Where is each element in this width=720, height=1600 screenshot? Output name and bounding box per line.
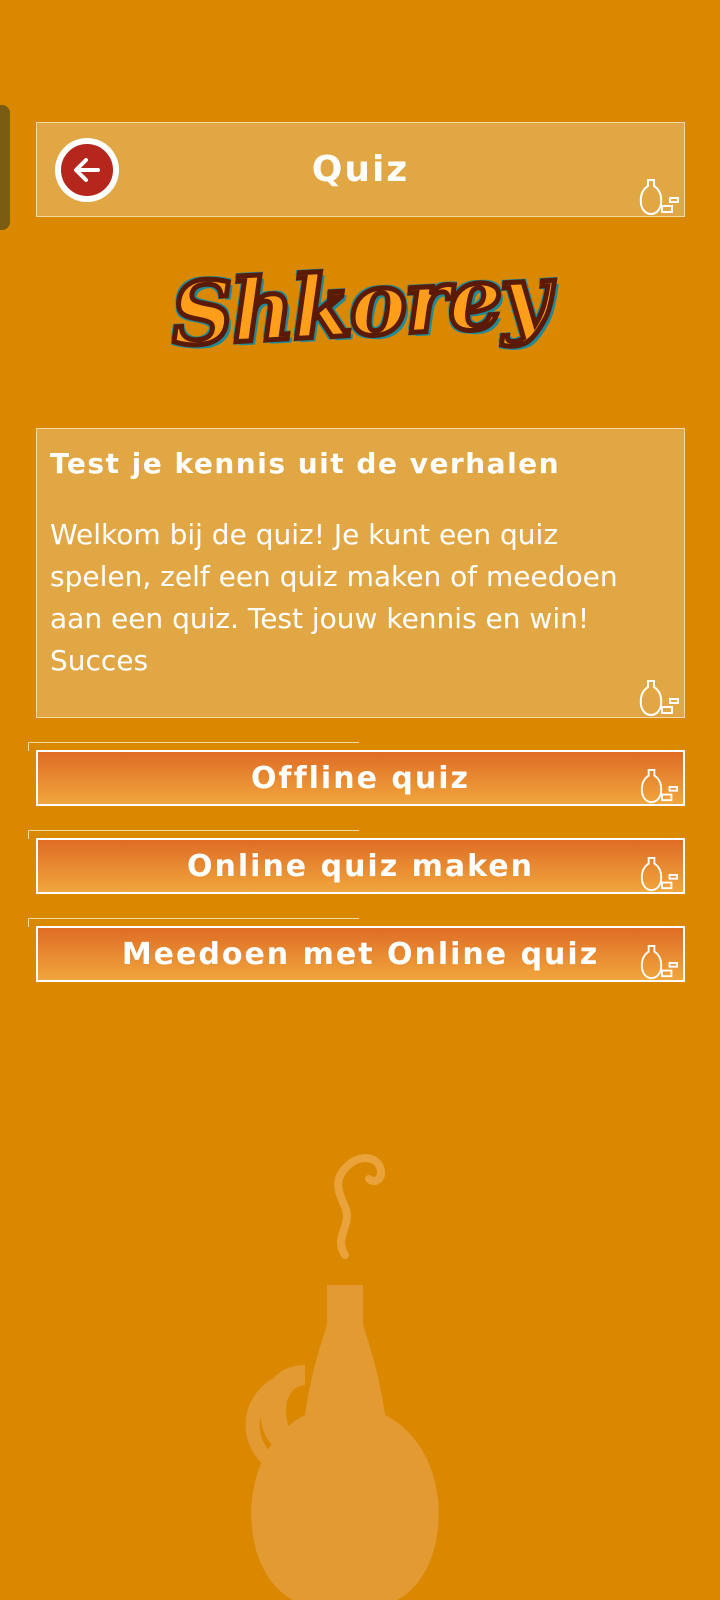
jug-icon bbox=[640, 944, 679, 980]
page-title: Quiz bbox=[311, 149, 410, 190]
meedoen-online-quiz-container: Meedoen met Online quiz bbox=[28, 918, 688, 984]
back-button[interactable] bbox=[55, 138, 119, 202]
meedoen-online-quiz-label: Meedoen met Online quiz bbox=[121, 937, 600, 972]
jug-icon bbox=[639, 680, 679, 717]
shkorey-logo: Shkorey bbox=[110, 243, 610, 395]
online-quiz-maken-button[interactable]: Online quiz maken bbox=[36, 838, 685, 894]
offline-quiz-label: Offline quiz bbox=[251, 761, 470, 796]
online-quiz-maken-label: Online quiz maken bbox=[187, 849, 534, 884]
header-panel: Quiz bbox=[36, 122, 685, 217]
online-quiz-maken-container: Online quiz maken bbox=[28, 830, 688, 896]
background-jug-illustration bbox=[245, 1154, 439, 1600]
info-heading: Test je kennis uit de verhalen bbox=[50, 447, 561, 480]
offline-quiz-button[interactable]: Offline quiz bbox=[36, 750, 685, 806]
offline-quiz-container: Offline quiz bbox=[28, 742, 688, 808]
info-panel: Test je kennis uit de verhalen Welkom bi… bbox=[36, 428, 685, 718]
info-body: Welkom bij de quiz! Je kunt een quiz spe… bbox=[50, 518, 618, 677]
meedoen-online-quiz-button[interactable]: Meedoen met Online quiz bbox=[36, 926, 685, 982]
jug-icon bbox=[640, 856, 679, 892]
logo-text: Shkorey bbox=[166, 243, 553, 369]
arrow-left-icon bbox=[74, 158, 100, 182]
side-drawer-handle[interactable] bbox=[0, 105, 10, 230]
jug-icon bbox=[639, 179, 679, 216]
jug-icon bbox=[640, 768, 679, 804]
